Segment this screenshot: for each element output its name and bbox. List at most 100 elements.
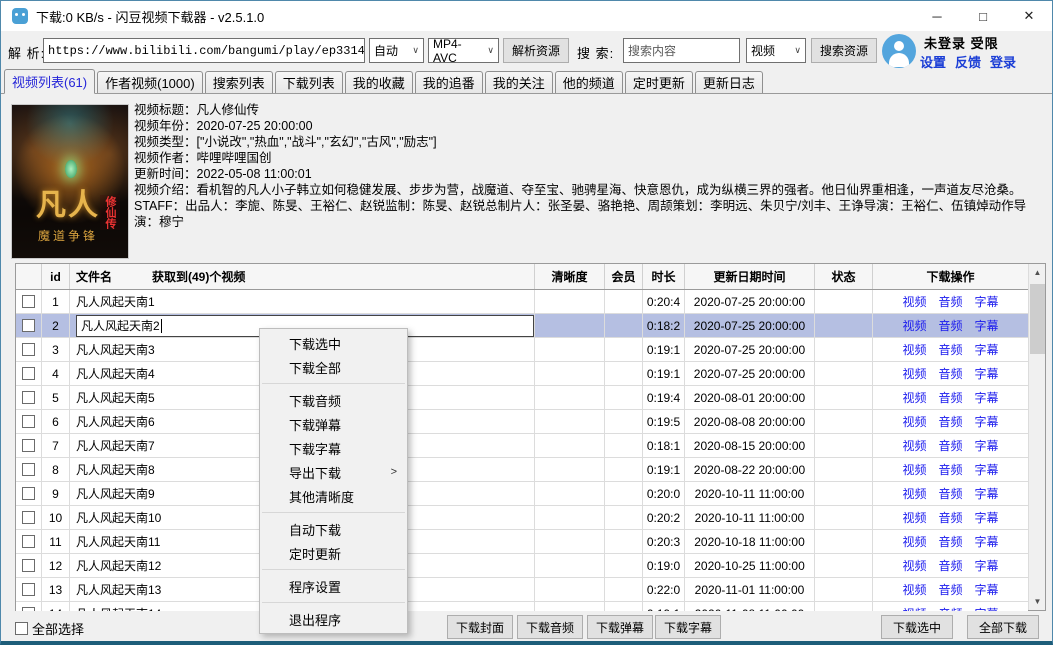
bottom-button-下载选中[interactable]: 下载选中 <box>881 615 953 639</box>
menu-item-自动下载[interactable]: 自动下载 <box>260 517 407 541</box>
row-checkbox[interactable] <box>22 463 35 476</box>
download-video-link[interactable]: 视频 <box>902 557 926 574</box>
download-video-link[interactable]: 视频 <box>902 437 926 454</box>
row-checkbox[interactable] <box>22 367 35 380</box>
download-subtitle-link[interactable]: 字幕 <box>975 413 999 430</box>
download-video-link[interactable]: 视频 <box>902 533 926 550</box>
download-audio-link[interactable]: 音频 <box>938 413 962 430</box>
tab-作者视频(1000)[interactable]: 作者视频(1000) <box>97 71 203 93</box>
download-subtitle-link[interactable]: 字幕 <box>975 581 999 598</box>
menu-item-下载字幕[interactable]: 下载字幕 <box>260 436 407 460</box>
table-row[interactable]: 6 凡人风起天南6 0:19:5 2020-08-08 20:00:00 视频音… <box>16 410 1028 434</box>
row-checkbox[interactable] <box>22 511 35 524</box>
download-video-link[interactable]: 视频 <box>902 365 926 382</box>
download-video-link[interactable]: 视频 <box>902 389 926 406</box>
download-subtitle-link[interactable]: 字幕 <box>975 485 999 502</box>
row-checkbox[interactable] <box>22 295 35 308</box>
row-filename[interactable]: 凡人风起天南1 <box>70 290 535 313</box>
download-subtitle-link[interactable]: 字幕 <box>975 341 999 358</box>
header-updated[interactable]: 更新日期时间 <box>685 264 815 289</box>
vertical-scrollbar[interactable]: ▲ ▼ <box>1028 264 1045 610</box>
menu-item-程序设置[interactable]: 程序设置 <box>260 574 407 598</box>
close-button[interactable]: ✕ <box>1006 1 1052 31</box>
titlebar[interactable]: 下载:0 KB/s - 闪豆视频下载器 - v2.5.1.0 ─ □ ✕ <box>1 1 1052 31</box>
download-subtitle-link[interactable]: 字幕 <box>975 437 999 454</box>
menu-item-定时更新[interactable]: 定时更新 <box>260 541 407 565</box>
header-filename[interactable]: 文件名 获取到(49)个视频 <box>70 264 535 289</box>
tab-我的追番[interactable]: 我的追番 <box>415 71 483 93</box>
table-row[interactable]: 2 凡人风起天南2 0:18:2 2020-07-25 20:00:00 视频音… <box>16 314 1028 338</box>
download-audio-link[interactable]: 音频 <box>938 341 962 358</box>
download-subtitle-link[interactable]: 字幕 <box>975 293 999 310</box>
search-input[interactable]: 搜索内容 <box>623 38 740 63</box>
header-actions[interactable]: 下载操作 <box>873 264 1028 289</box>
download-video-link[interactable]: 视频 <box>902 605 926 611</box>
table-row[interactable]: 1 凡人风起天南1 0:20:4 2020-07-25 20:00:00 视频音… <box>16 290 1028 314</box>
tab-视频列表(61)[interactable]: 视频列表(61) <box>4 69 95 94</box>
download-video-link[interactable]: 视频 <box>902 461 926 478</box>
download-subtitle-link[interactable]: 字幕 <box>975 365 999 382</box>
search-resource-button[interactable]: 搜索资源 <box>811 38 877 63</box>
table-row[interactable]: 5 凡人风起天南5 0:19:4 2020-08-01 20:00:00 视频音… <box>16 386 1028 410</box>
header-quality[interactable]: 清晰度 <box>535 264 605 289</box>
download-subtitle-link[interactable]: 字幕 <box>975 509 999 526</box>
minimize-button[interactable]: ─ <box>914 1 960 31</box>
tab-更新日志[interactable]: 更新日志 <box>695 71 763 93</box>
download-audio-link[interactable]: 音频 <box>938 533 962 550</box>
scrollbar-thumb[interactable] <box>1030 284 1045 354</box>
row-checkbox[interactable] <box>22 535 35 548</box>
table-row[interactable]: 14 凡人风起天南14 0:19:1 2020-11-08 11:00:00 视… <box>16 602 1028 611</box>
table-row[interactable]: 11 凡人风起天南11 0:20:3 2020-10-18 11:00:00 视… <box>16 530 1028 554</box>
download-video-link[interactable]: 视频 <box>902 413 926 430</box>
download-subtitle-link[interactable]: 字幕 <box>975 533 999 550</box>
table-row[interactable]: 8 凡人风起天南8 0:19:1 2020-08-22 20:00:00 视频音… <box>16 458 1028 482</box>
parse-resource-button[interactable]: 解析资源 <box>503 38 569 63</box>
download-audio-link[interactable]: 音频 <box>938 317 962 334</box>
download-video-link[interactable]: 视频 <box>902 509 926 526</box>
bottom-button-下载音频[interactable]: 下载音频 <box>517 615 583 639</box>
quality-select[interactable]: 自动 ∨ <box>369 38 424 63</box>
tab-我的关注[interactable]: 我的关注 <box>485 71 553 93</box>
download-audio-link[interactable]: 音频 <box>938 557 962 574</box>
row-checkbox[interactable] <box>22 343 35 356</box>
format-select[interactable]: MP4-AVC ∨ <box>428 38 499 63</box>
row-checkbox[interactable] <box>22 583 35 596</box>
menu-item-其他清晰度[interactable]: 其他清晰度 <box>260 484 407 508</box>
url-input[interactable]: https://www.bilibili.com/bangumi/play/ep… <box>43 38 365 63</box>
bottom-button-下载弹幕[interactable]: 下载弹幕 <box>587 615 653 639</box>
row-checkbox[interactable] <box>22 487 35 500</box>
scroll-up-icon[interactable]: ▲ <box>1029 264 1046 281</box>
select-all-checkbox[interactable] <box>15 622 28 635</box>
table-row[interactable]: 7 凡人风起天南7 0:18:1 2020-08-15 20:00:00 视频音… <box>16 434 1028 458</box>
download-audio-link[interactable]: 音频 <box>938 605 962 611</box>
header-id[interactable]: id <box>42 264 70 289</box>
header-status[interactable]: 状态 <box>815 264 873 289</box>
download-audio-link[interactable]: 音频 <box>938 581 962 598</box>
tab-下载列表[interactable]: 下载列表 <box>275 71 343 93</box>
bottom-button-下载字幕[interactable]: 下载字幕 <box>655 615 721 639</box>
menu-item-导出下载[interactable]: 导出下载> <box>260 460 407 484</box>
download-subtitle-link[interactable]: 字幕 <box>975 605 999 611</box>
bottom-button-全部下载[interactable]: 全部下载 <box>967 615 1039 639</box>
download-audio-link[interactable]: 音频 <box>938 485 962 502</box>
tab-搜索列表[interactable]: 搜索列表 <box>205 71 273 93</box>
download-video-link[interactable]: 视频 <box>902 317 926 334</box>
menu-item-下载选中[interactable]: 下载选中 <box>260 331 407 355</box>
download-subtitle-link[interactable]: 字幕 <box>975 317 999 334</box>
table-row[interactable]: 13 凡人风起天南13 0:22:0 2020-11-01 11:00:00 视… <box>16 578 1028 602</box>
download-audio-link[interactable]: 音频 <box>938 293 962 310</box>
table-row[interactable]: 9 凡人风起天南9 0:20:0 2020-10-11 11:00:00 视频音… <box>16 482 1028 506</box>
table-row[interactable]: 3 凡人风起天南3 0:19:1 2020-07-25 20:00:00 视频音… <box>16 338 1028 362</box>
row-checkbox[interactable] <box>22 559 35 572</box>
download-video-link[interactable]: 视频 <box>902 341 926 358</box>
download-subtitle-link[interactable]: 字幕 <box>975 461 999 478</box>
row-checkbox[interactable] <box>22 391 35 404</box>
bottom-button-下载封面[interactable]: 下载封面 <box>447 615 513 639</box>
download-audio-link[interactable]: 音频 <box>938 389 962 406</box>
download-subtitle-link[interactable]: 字幕 <box>975 389 999 406</box>
menu-item-下载音频[interactable]: 下载音频 <box>260 388 407 412</box>
menu-item-下载全部[interactable]: 下载全部 <box>260 355 407 379</box>
download-audio-link[interactable]: 音频 <box>938 437 962 454</box>
tab-定时更新[interactable]: 定时更新 <box>625 71 693 93</box>
row-checkbox[interactable] <box>22 319 35 332</box>
